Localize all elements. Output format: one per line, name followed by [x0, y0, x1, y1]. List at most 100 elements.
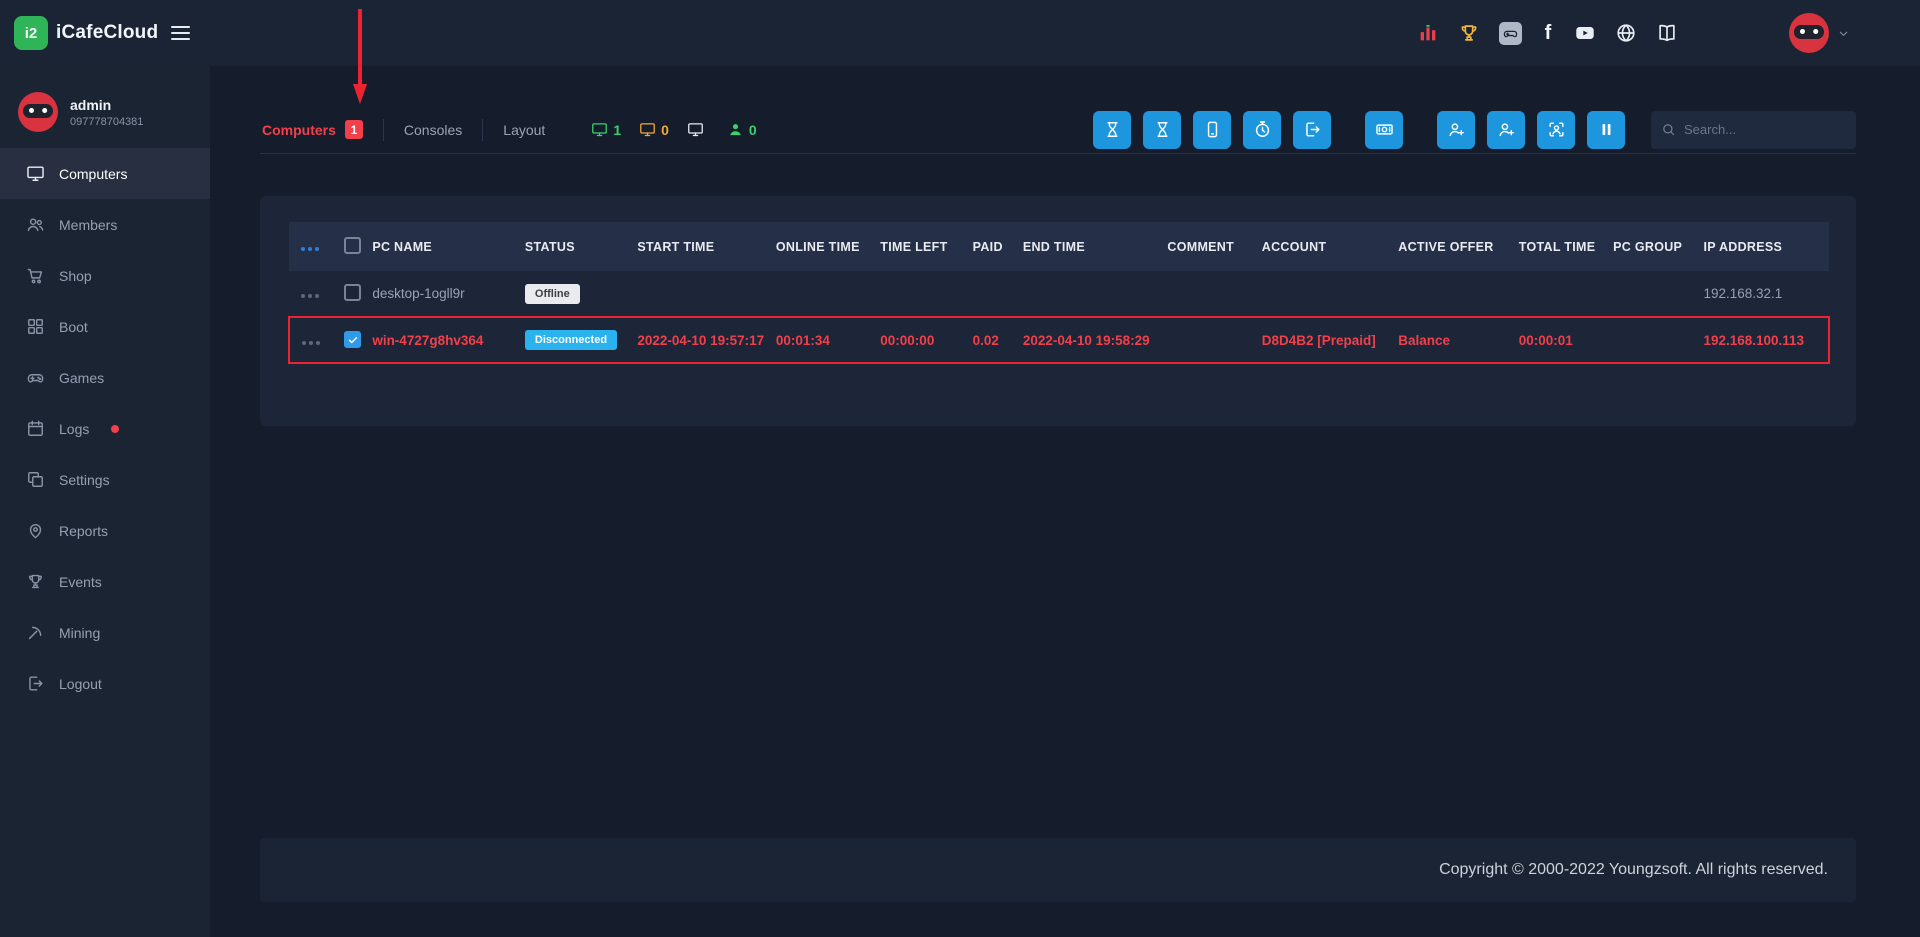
account-cell: D8D4B2 [Prepaid] [1262, 317, 1399, 363]
status-badge: Disconnected [525, 330, 617, 350]
end-time-cell [1023, 271, 1168, 317]
sidebar-item-logs[interactable]: Logs [0, 403, 210, 454]
time-left-cell [880, 271, 972, 317]
row-actions-dots[interactable] [302, 341, 320, 345]
sign-out-icon [1303, 120, 1322, 139]
sidebar-item-events[interactable]: Events [0, 556, 210, 607]
row-actions-dots[interactable] [301, 294, 319, 298]
sidebar-item-label: Games [59, 370, 104, 386]
avatar[interactable] [1789, 13, 1829, 53]
row-checkbox[interactable] [344, 284, 361, 301]
grid-icon [26, 317, 45, 336]
user-phone: 097778704381 [70, 116, 143, 128]
tab-layout[interactable]: Layout [483, 122, 565, 138]
tab-consoles[interactable]: Consoles [384, 122, 482, 138]
face-scan-button[interactable] [1537, 111, 1575, 149]
sidebar-item-boot[interactable]: Boot [0, 301, 210, 352]
sidebar-item-label: Events [59, 574, 102, 590]
pin-icon [26, 521, 45, 540]
discord-icon[interactable] [1499, 22, 1522, 45]
tab-label: Layout [503, 122, 545, 138]
active-offer-cell: Balance [1398, 317, 1518, 363]
select-all-checkbox[interactable] [344, 237, 361, 254]
search-input[interactable] [1684, 122, 1846, 137]
facebook-icon[interactable]: f [1541, 22, 1555, 45]
online-time-cell [776, 271, 880, 317]
calendar-icon [26, 419, 45, 438]
sidebar-item-label: Reports [59, 523, 108, 539]
start-time-cell: 2022-04-10 19:57:17 [637, 317, 776, 363]
docs-icon[interactable] [1656, 22, 1678, 44]
cash-button[interactable] [1365, 111, 1403, 149]
col-time-left: TIME LEFT [880, 222, 972, 271]
col-online-time: ONLINE TIME [776, 222, 880, 271]
comment-cell [1167, 317, 1261, 363]
total-time-cell [1519, 271, 1613, 317]
mobile-button[interactable] [1193, 111, 1231, 149]
timer-button[interactable] [1243, 111, 1281, 149]
sidebar: admin 097778704381 Computers Members Sho… [0, 66, 210, 937]
tab-computers[interactable]: Computers 1 [260, 120, 383, 139]
search-box [1651, 111, 1856, 149]
hourglass-icon [1103, 120, 1122, 139]
sidebar-item-label: Computers [59, 166, 127, 182]
app-logo: i2 iCafeCloud [14, 16, 158, 50]
timer-icon [1253, 120, 1272, 139]
check-out-button[interactable] [1293, 111, 1331, 149]
col-active-offer: ACTIVE OFFER [1398, 222, 1518, 271]
col-start-time: START TIME [637, 222, 776, 271]
pause-button[interactable] [1587, 111, 1625, 149]
user-plus-icon [1447, 120, 1466, 139]
add-guest-button[interactable] [1487, 111, 1525, 149]
sidebar-item-reports[interactable]: Reports [0, 505, 210, 556]
globe-icon[interactable] [1615, 22, 1637, 44]
pc-name-cell: win-4727g8hv364 [372, 317, 525, 363]
mobile-icon [1203, 120, 1222, 139]
copyright-text: Copyright © 2000-2022 Youngzsoft. All ri… [1439, 861, 1828, 879]
pause-icon [1597, 120, 1616, 139]
monitor-icon [687, 121, 704, 138]
status-badge: Offline [525, 284, 580, 304]
computers-table: PC NAME STATUS START TIME ONLINE TIME TI… [288, 222, 1830, 364]
sidebar-item-games[interactable]: Games [0, 352, 210, 403]
topbar-left: i2 iCafeCloud [0, 16, 210, 50]
sidebar-item-settings[interactable]: Settings [0, 454, 210, 505]
sidebar-item-mining[interactable]: Mining [0, 607, 210, 658]
sidebar-item-label: Shop [59, 268, 92, 284]
account-cell [1262, 271, 1399, 317]
table-row[interactable]: desktop-1ogll9r Offline [289, 271, 1829, 317]
hourglass-stop-button[interactable] [1143, 111, 1181, 149]
user-menu[interactable] [1789, 13, 1850, 53]
sidebar-item-shop[interactable]: Shop [0, 250, 210, 301]
hourglass-icon [1153, 120, 1172, 139]
trophy-icon[interactable] [1458, 22, 1480, 44]
hourglass-start-button[interactable] [1093, 111, 1131, 149]
table-header-row: PC NAME STATUS START TIME ONLINE TIME TI… [289, 222, 1829, 271]
tab-label: Consoles [404, 122, 462, 138]
sidebar-item-computers[interactable]: Computers [0, 148, 210, 199]
start-time-cell [637, 271, 776, 317]
layout: admin 097778704381 Computers Members Sho… [0, 66, 1920, 937]
time-left-cell: 00:00:00 [880, 317, 972, 363]
sidebar-item-members[interactable]: Members [0, 199, 210, 250]
table-row-selected[interactable]: win-4727g8hv364 Disconnected 2022-04-10 … [289, 317, 1829, 363]
row-checkbox-checked[interactable] [344, 331, 361, 348]
sidebar-profile: admin 097778704381 [0, 84, 210, 148]
youtube-icon[interactable] [1574, 22, 1596, 44]
chevron-down-icon [1837, 27, 1850, 40]
header-actions-dots[interactable] [301, 247, 319, 251]
pc-group-cell [1613, 271, 1703, 317]
sidebar-item-logout[interactable]: Logout [0, 658, 210, 709]
end-time-cell: 2022-04-10 19:58:29 [1023, 317, 1168, 363]
main-content: Computers 1 Consoles Layout 1 [210, 66, 1920, 937]
logout-icon [26, 674, 45, 693]
col-status: STATUS [525, 222, 637, 271]
menu-toggle-button[interactable] [171, 22, 190, 44]
pc-group-cell [1613, 317, 1703, 363]
counter-members: 0 [727, 121, 757, 138]
sidebar-item-label: Logout [59, 676, 102, 692]
add-member-button[interactable] [1437, 111, 1475, 149]
promo-icon[interactable] [1417, 22, 1439, 44]
comment-cell [1167, 271, 1261, 317]
col-total-time: TOTAL TIME [1519, 222, 1613, 271]
